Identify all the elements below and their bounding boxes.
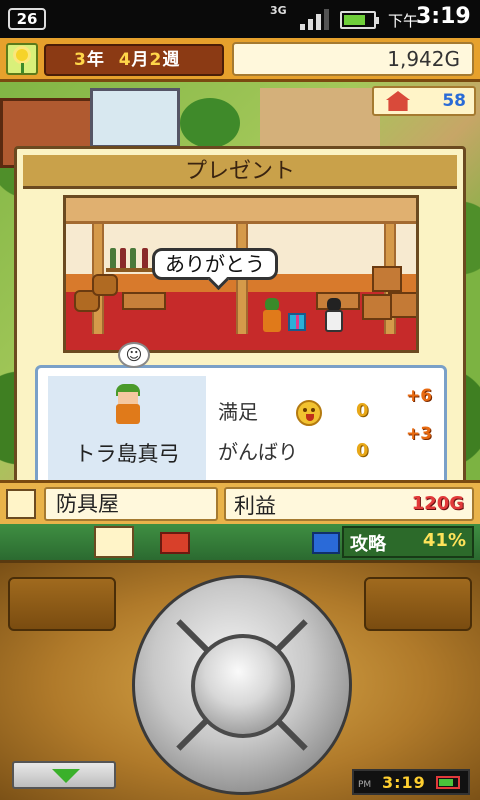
present-dialog: プレゼント ありがとう ☺ トラ島真弓 満足 0 +6 がんばり 0 +3	[14, 146, 466, 506]
progress-label: 攻略	[350, 534, 386, 555]
mini-ampm: PM	[358, 780, 372, 790]
house-icon	[386, 91, 410, 111]
building-count-value: 58	[442, 91, 466, 111]
stat-value-satisfaction: 0	[356, 400, 369, 421]
top-hud: 3年 4月2週 1,942G	[0, 38, 480, 82]
ceiling-beam	[66, 198, 416, 224]
shop-icon[interactable]	[6, 489, 36, 519]
status-clock: 3:19	[416, 4, 471, 29]
game-view[interactable]: 3年 4月2週 1,942G 58 プレゼント ありがとう ☺ トラ島真弓 満足…	[0, 38, 480, 560]
progress-box: 攻略 41%	[342, 526, 474, 558]
character-portrait	[112, 384, 144, 424]
battery-icon	[340, 11, 379, 29]
character-info-panel: ☺ トラ島真弓 満足 0 +6 がんばり 0 +3	[35, 342, 447, 493]
signal-icon	[300, 8, 330, 30]
gold-amount: 1,942G	[232, 42, 474, 76]
crate	[372, 266, 402, 292]
profit-value: 120G	[411, 493, 464, 514]
stat-value-effort: 0	[356, 440, 369, 461]
shop-name[interactable]: 防具屋	[44, 487, 218, 521]
character-card[interactable]: トラ島真弓	[48, 376, 206, 482]
date-display: 3年 4月2週	[44, 44, 224, 76]
smile-bubble-icon: ☺	[118, 342, 150, 368]
week-unit: 週	[162, 50, 181, 70]
blue-chest-icon[interactable]	[312, 532, 340, 554]
shop-scene: ありがとう	[63, 195, 419, 353]
flower-icon[interactable]	[6, 43, 38, 75]
profit-label: 利益	[234, 494, 276, 518]
week-number: 2	[149, 50, 163, 70]
dialog-title: プレゼント	[23, 155, 457, 189]
profit-box: 利益 120G	[224, 487, 474, 521]
stat-label-satisfaction: 満足	[218, 400, 258, 424]
table	[122, 292, 166, 310]
dpad-center-button[interactable]	[191, 634, 295, 738]
shop-bar: 防具屋 利益 120G	[0, 480, 480, 524]
speech-bubble: ありがとう	[152, 248, 278, 280]
mini-clock: PM 3:19	[352, 769, 470, 795]
year-unit: 年	[86, 50, 105, 70]
mini-time: 3:19	[382, 773, 426, 792]
stat-delta-effort: +3	[406, 424, 433, 444]
progress-value: 41%	[422, 530, 466, 551]
right-shoulder-button[interactable]	[364, 577, 472, 631]
bottom-strip: 攻略 41%	[0, 524, 480, 560]
status-ampm: 下午	[388, 12, 419, 30]
month-unit: 月	[131, 50, 150, 70]
stat-delta-satisfaction: +6	[406, 386, 433, 406]
stat-label-effort: がんばり	[218, 440, 298, 464]
year-number: 3	[74, 50, 87, 70]
building-scenery	[90, 88, 180, 148]
crate	[362, 294, 392, 320]
notification-badge[interactable]: 26	[8, 8, 46, 30]
staff-portrait-icon[interactable]	[94, 526, 134, 558]
character-name: トラ島真弓	[74, 442, 180, 466]
happy-face-icon	[296, 400, 322, 426]
building-counter[interactable]: 58	[372, 86, 476, 116]
month-number: 4	[118, 50, 132, 70]
shopkeeper-sprite	[324, 298, 344, 332]
barrel	[92, 274, 118, 296]
mini-battery-icon	[436, 776, 460, 789]
customer-sprite	[262, 298, 282, 332]
road-scenery	[260, 88, 380, 146]
dpad[interactable]	[132, 575, 352, 795]
network-type: 3G	[270, 4, 287, 17]
virtual-controller: PM 3:19	[0, 560, 480, 800]
tree-scenery	[180, 98, 240, 148]
menu-down-button[interactable]	[12, 761, 116, 789]
gift-icon	[288, 313, 306, 331]
status-bar: 26 3G 下午 3:19	[0, 0, 480, 38]
left-shoulder-button[interactable]	[8, 577, 116, 631]
crate	[388, 292, 416, 318]
treasure-chest-icon[interactable]	[160, 532, 190, 554]
